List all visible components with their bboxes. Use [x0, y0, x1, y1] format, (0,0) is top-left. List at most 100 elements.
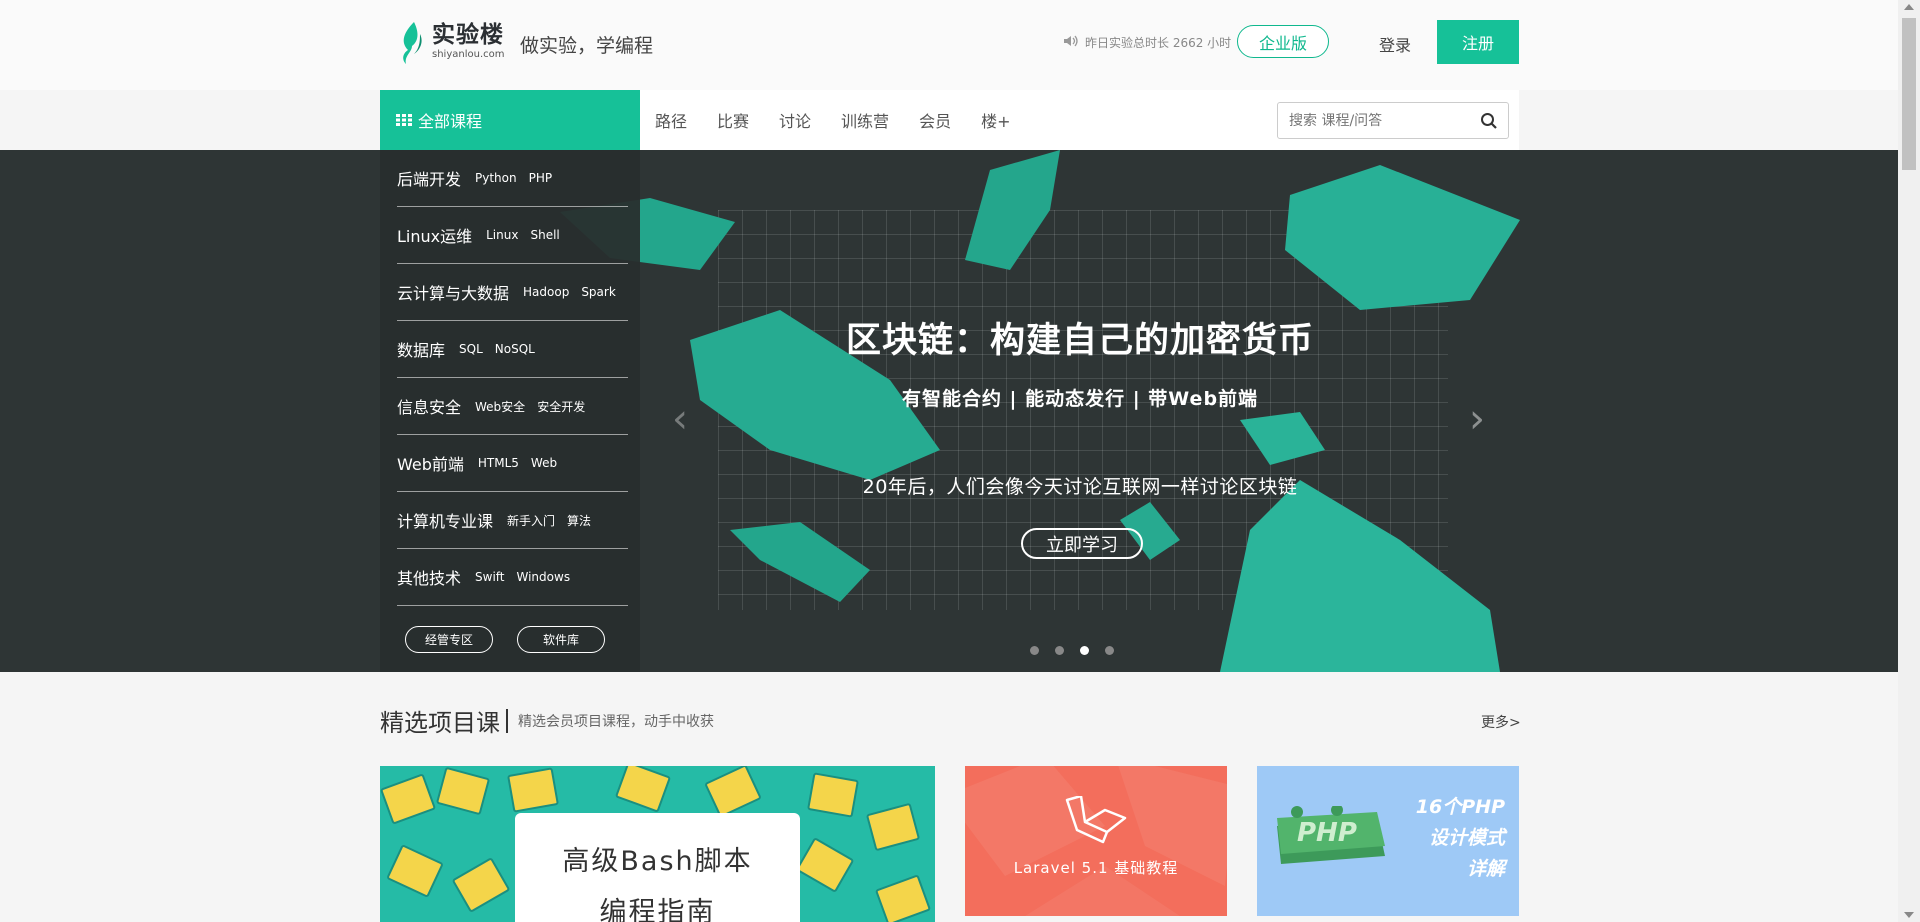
- study-stat: 昨日实验总时长 2662 小时: [1063, 34, 1231, 51]
- stat-text: 昨日实验总时长 2662 小时: [1085, 36, 1232, 50]
- book-icon: [874, 874, 932, 922]
- category-name: 云计算与大数据: [397, 284, 510, 303]
- hero-banknotes-illustration: [560, 150, 1520, 672]
- category-other[interactable]: 其他技术 Swift Windows: [397, 549, 628, 606]
- hero-banner[interactable]: ‹ › 区块链：构建自己的加密货币 有智能合约 | 能动态发行 | 带Web前端…: [0, 150, 1898, 672]
- category-database[interactable]: 数据库 SQL NoSQL: [397, 321, 628, 378]
- hero-subtitle: 有智能合约 | 能动态发行 | 带Web前端: [901, 388, 1259, 410]
- category-name: Linux运维: [397, 227, 473, 246]
- category-tag[interactable]: Windows: [517, 570, 571, 584]
- all-courses-label: 全部课程: [418, 112, 483, 131]
- site-logo[interactable]: 实验楼 shiyanlou.com: [398, 20, 504, 64]
- laravel-logo-icon: [1063, 794, 1129, 848]
- search-input[interactable]: [1278, 103, 1458, 138]
- register-button[interactable]: 注册: [1437, 20, 1519, 64]
- category-backend[interactable]: 后端开发 Python PHP: [397, 150, 628, 207]
- category-menu: 后端开发 Python PHP Linux运维 Linux Shell 云计算与…: [380, 150, 640, 672]
- bash-title-panel: 高级Bash脚本 编程指南: [515, 813, 800, 922]
- category-name: 后端开发: [397, 170, 462, 189]
- page-scrollbar[interactable]: [1898, 0, 1920, 922]
- carousel-dot[interactable]: [1055, 646, 1064, 655]
- category-tag[interactable]: 安全开发: [537, 398, 585, 415]
- scrollbar-thumb[interactable]: [1902, 18, 1916, 170]
- category-tag[interactable]: Web: [531, 456, 557, 470]
- category-tag[interactable]: Hadoop: [523, 285, 569, 299]
- card-title-line1: 高级Bash脚本: [562, 846, 753, 877]
- site-header: 实验楼 shiyanlou.com 做实验，学编程 昨日实验总时长 2662 小…: [0, 0, 1898, 90]
- logo-icon: [398, 20, 428, 64]
- speaker-icon: [1063, 35, 1079, 50]
- enterprise-button[interactable]: 企业版: [1237, 25, 1329, 58]
- login-link[interactable]: 登录: [1379, 32, 1411, 56]
- carousel-dot[interactable]: [1030, 646, 1039, 655]
- scroll-down-arrow-icon[interactable]: [1904, 912, 1914, 918]
- category-name: 计算机专业课: [397, 512, 494, 531]
- category-cloud-bigdata[interactable]: 云计算与大数据 Hadoop Spark: [397, 264, 628, 321]
- course-card-bash[interactable]: 高级Bash脚本 编程指南: [380, 766, 935, 922]
- category-tag[interactable]: 新手入门: [507, 512, 555, 529]
- course-card-laravel[interactable]: Laravel 5.1 基础教程: [965, 766, 1227, 916]
- category-tag[interactable]: 算法: [567, 512, 591, 529]
- card-title-line3: 详解: [1466, 858, 1505, 880]
- nav-link-membership[interactable]: 会员: [919, 108, 951, 132]
- more-link[interactable]: 更多>: [1481, 712, 1521, 732]
- category-name: 数据库: [397, 341, 446, 360]
- nav-link-contests[interactable]: 比赛: [717, 108, 749, 132]
- category-tag[interactable]: Web安全: [475, 398, 525, 415]
- all-courses-button[interactable]: 全部课程: [380, 90, 640, 150]
- carousel-dots: [1030, 646, 1114, 655]
- category-tag[interactable]: Python: [475, 171, 517, 185]
- category-cs-courses[interactable]: 计算机专业课 新手入门 算法: [397, 492, 628, 549]
- book-icon: [435, 766, 491, 816]
- business-zone-button[interactable]: 经管专区: [405, 626, 493, 653]
- category-frontend[interactable]: Web前端 HTML5 Web: [397, 435, 628, 492]
- book-icon: [795, 837, 855, 893]
- book-icon: [614, 766, 672, 813]
- course-card-php[interactable]: PHP 16个PHP 设计模式 详解: [1257, 766, 1519, 916]
- logo-domain: shiyanlou.com: [432, 49, 505, 60]
- carousel-dot-active[interactable]: [1080, 646, 1089, 655]
- category-tag[interactable]: PHP: [529, 171, 553, 185]
- book-icon: [807, 772, 859, 818]
- scroll-up-arrow-icon[interactable]: [1904, 4, 1914, 10]
- card-title-line2: 编程指南: [599, 897, 716, 922]
- book-icon: [451, 857, 511, 913]
- book-icon: [865, 802, 921, 852]
- grid-icon: [396, 111, 412, 130]
- site-slogan: 做实验，学编程: [520, 35, 654, 57]
- category-tag[interactable]: Linux: [486, 228, 518, 242]
- main-navbar: 全部课程 路径 比赛 讨论 训练营 会员 楼+: [380, 90, 1519, 150]
- category-tag[interactable]: Shell: [530, 228, 559, 242]
- featured-section-header: 精选项目课 精选会员项目课程，动手中收获: [380, 703, 714, 738]
- book-icon: [704, 766, 762, 818]
- book-icon: [507, 767, 559, 813]
- category-security[interactable]: 信息安全 Web安全 安全开发: [397, 378, 628, 435]
- hero-title: 区块链：构建自己的加密货币: [845, 321, 1314, 361]
- category-tag[interactable]: SQL: [459, 342, 483, 356]
- category-tag[interactable]: Spark: [581, 285, 615, 299]
- category-tag[interactable]: Swift: [475, 570, 504, 584]
- nav-link-paths[interactable]: 路径: [655, 108, 687, 132]
- category-tag[interactable]: HTML5: [478, 456, 519, 470]
- php-badge: PHP: [1297, 818, 1357, 848]
- search-box: [1277, 102, 1509, 139]
- category-extra-buttons: 经管专区 软件库: [405, 626, 605, 653]
- category-linux[interactable]: Linux运维 Linux Shell: [397, 207, 628, 264]
- hero-description: 20年后，人们会像今天讨论互联网一样讨论区块链: [862, 476, 1298, 498]
- nav-link-lou-plus[interactable]: 楼+: [981, 108, 1010, 132]
- nav-links: 路径 比赛 讨论 训练营 会员 楼+: [655, 90, 1041, 150]
- nav-link-discuss[interactable]: 讨论: [779, 108, 811, 132]
- logo-name: 实验楼: [432, 22, 504, 48]
- book-icon: [380, 773, 437, 825]
- nav-link-bootcamp[interactable]: 训练营: [841, 108, 889, 132]
- learn-now-button[interactable]: 立即学习: [1021, 528, 1143, 559]
- category-name: 其他技术: [397, 569, 462, 588]
- card-title-line2: 设计模式: [1428, 827, 1505, 849]
- section-divider: [506, 708, 508, 733]
- section-subtitle: 精选会员项目课程，动手中收获: [518, 713, 714, 730]
- category-name: Web前端: [397, 455, 464, 474]
- software-library-button[interactable]: 软件库: [517, 626, 605, 653]
- carousel-dot[interactable]: [1105, 646, 1114, 655]
- category-tag[interactable]: NoSQL: [495, 342, 535, 356]
- search-icon[interactable]: [1480, 112, 1498, 130]
